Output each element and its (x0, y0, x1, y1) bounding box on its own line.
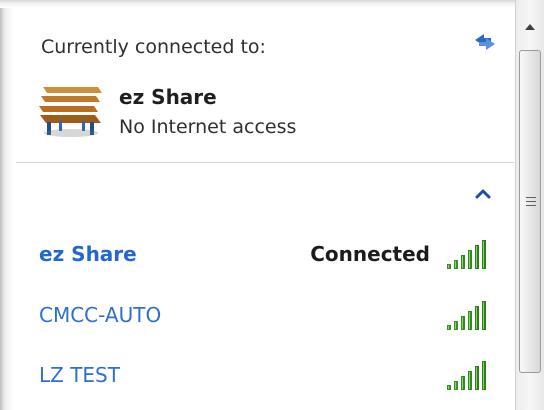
network-item-cmcc-auto[interactable]: CMCC-AUTO (0, 294, 514, 338)
signal-strength-icon (447, 240, 486, 269)
panel-left-shadow (0, 0, 16, 410)
network-item-ez-share[interactable]: ez Share Connected (0, 233, 514, 277)
panel-top-shadow (0, 0, 516, 8)
scrollbar-grip-icon (526, 196, 536, 208)
network-item-lz-test[interactable]: LZ TEST (0, 354, 514, 398)
chevron-up-icon[interactable] (474, 187, 492, 201)
scrollbar-thumb[interactable] (519, 50, 541, 373)
network-connection-status: Connected (310, 242, 430, 266)
current-network-status: No Internet access (119, 116, 297, 138)
wireless-network-panel: Currently connected to: ez Share No Inte… (0, 0, 544, 410)
current-network-name: ez Share (119, 85, 217, 109)
bench-network-icon (39, 87, 102, 137)
vertical-scrollbar[interactable] (515, 0, 544, 410)
signal-strength-icon (447, 361, 486, 390)
scroll-up-arrow-icon[interactable] (519, 14, 541, 42)
currently-connected-label: Currently connected to: (41, 36, 266, 58)
signal-strength-icon (447, 301, 486, 330)
network-name[interactable]: LZ TEST (39, 363, 120, 387)
network-name[interactable]: CMCC-AUTO (39, 303, 161, 327)
refresh-icon[interactable] (470, 30, 500, 54)
section-divider (16, 162, 514, 163)
network-name[interactable]: ez Share (39, 242, 137, 266)
